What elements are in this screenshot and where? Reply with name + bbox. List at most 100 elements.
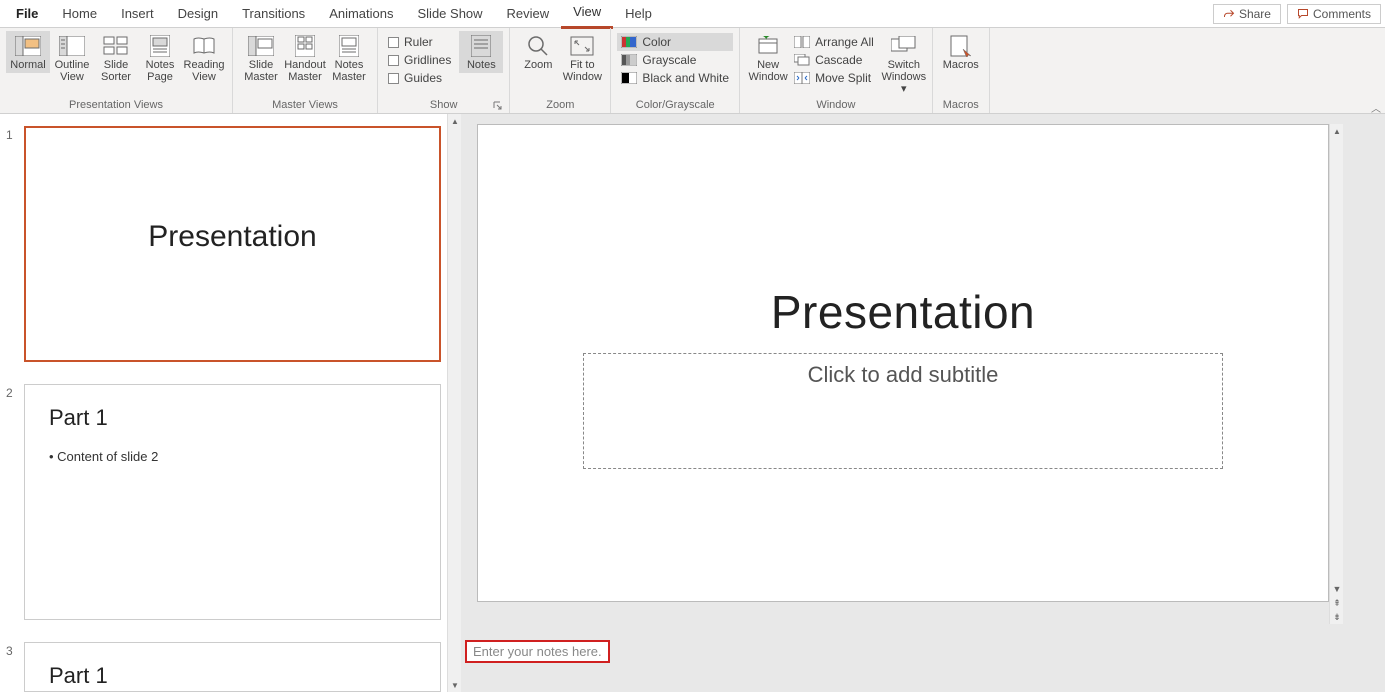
master-views-label: Master Views bbox=[239, 97, 371, 111]
dialog-launcher-icon[interactable] bbox=[493, 101, 503, 111]
notes-label: Notes bbox=[467, 59, 496, 71]
comments-icon bbox=[1297, 8, 1309, 20]
slide-editor-area: Presentation Click to add subtitle ▲ ▼ ⇞… bbox=[461, 114, 1385, 692]
group-zoom: Zoom Fit to Window Zoom bbox=[510, 28, 611, 113]
tab-transitions[interactable]: Transitions bbox=[230, 0, 317, 28]
notes-button[interactable]: Notes bbox=[459, 31, 503, 73]
scroll-up-icon[interactable]: ▲ bbox=[1330, 124, 1344, 138]
slide-master-label: Slide Master bbox=[244, 59, 278, 83]
tab-slideshow[interactable]: Slide Show bbox=[406, 0, 495, 28]
presentation-views-label: Presentation Views bbox=[6, 97, 226, 111]
tab-help[interactable]: Help bbox=[613, 0, 664, 28]
editor-scrollbar[interactable]: ▲ ▼ ⇞ ⇟ bbox=[1329, 124, 1343, 624]
menu-tabs: File Home Insert Design Transitions Anim… bbox=[0, 0, 1385, 28]
workspace: 1 Presentation 2 Part 1 • Content of sli… bbox=[0, 114, 1385, 692]
grayscale-button[interactable]: Grayscale bbox=[617, 51, 733, 69]
thumb1-title: Presentation bbox=[50, 220, 415, 254]
tab-insert[interactable]: Insert bbox=[109, 0, 166, 28]
ribbon: Normal Outline View Slide Sorter Notes P… bbox=[0, 28, 1385, 114]
notes-page-icon bbox=[146, 35, 174, 57]
show-group-label: Show bbox=[384, 97, 503, 111]
tab-design[interactable]: Design bbox=[166, 0, 230, 28]
macros-group-label: Macros bbox=[939, 97, 983, 111]
scroll-down-icon[interactable]: ▼ bbox=[1330, 582, 1344, 596]
slide-master-icon bbox=[247, 35, 275, 57]
tab-animations[interactable]: Animations bbox=[317, 0, 405, 28]
cascade-button[interactable]: Cascade bbox=[790, 51, 878, 69]
notes-master-button[interactable]: Notes Master bbox=[327, 31, 371, 85]
notes-icon bbox=[467, 35, 495, 57]
notes-page-button[interactable]: Notes Page bbox=[138, 31, 182, 85]
scroll-down-icon[interactable]: ▼ bbox=[448, 678, 462, 692]
switch-windows-icon bbox=[890, 35, 918, 57]
thumb-number-1: 1 bbox=[6, 126, 24, 142]
notes-input[interactable]: Enter your notes here. bbox=[465, 640, 610, 663]
notespage-label: Notes Page bbox=[146, 59, 175, 83]
previous-slide-icon[interactable]: ⇞ bbox=[1330, 596, 1344, 610]
move-split-label: Move Split bbox=[815, 71, 871, 85]
scroll-up-icon[interactable]: ▲ bbox=[448, 114, 462, 128]
tab-view[interactable]: View bbox=[561, 0, 613, 29]
bw-icon bbox=[621, 71, 637, 85]
slide-canvas[interactable]: Presentation Click to add subtitle bbox=[477, 124, 1329, 602]
guides-label: Guides bbox=[404, 71, 442, 85]
reading-view-button[interactable]: Reading View bbox=[182, 31, 226, 85]
black-white-button[interactable]: Black and White bbox=[617, 69, 733, 87]
normal-view-icon bbox=[14, 35, 42, 57]
share-button[interactable]: Share bbox=[1213, 4, 1281, 24]
switch-windows-button[interactable]: Switch Windows ▾ bbox=[882, 31, 926, 97]
collapse-ribbon-icon[interactable]: ︿ bbox=[1371, 100, 1381, 115]
fit-to-window-icon bbox=[568, 35, 596, 57]
outline-view-button[interactable]: Outline View bbox=[50, 31, 94, 85]
guides-checkbox[interactable]: Guides bbox=[384, 69, 455, 87]
gridlines-label: Gridlines bbox=[404, 53, 451, 67]
gridlines-checkbox[interactable]: Gridlines bbox=[384, 51, 455, 69]
group-master-views: Slide Master Handout Master Notes Master… bbox=[233, 28, 378, 113]
checkbox-icon bbox=[388, 37, 399, 48]
reading-label: Reading View bbox=[184, 59, 225, 83]
comments-button[interactable]: Comments bbox=[1287, 4, 1381, 24]
new-window-button[interactable]: ✦ New Window bbox=[746, 31, 790, 85]
slide-thumbnail-3[interactable]: Part 1 bbox=[24, 642, 441, 692]
reading-view-icon bbox=[190, 35, 218, 57]
ruler-label: Ruler bbox=[404, 35, 433, 49]
normal-view-button[interactable]: Normal bbox=[6, 31, 50, 73]
next-slide-icon[interactable]: ⇟ bbox=[1330, 610, 1344, 624]
thumbnails-scrollbar[interactable]: ▲ ▼ bbox=[447, 114, 461, 692]
color-button[interactable]: Color bbox=[617, 33, 733, 51]
slide-title[interactable]: Presentation bbox=[771, 285, 1035, 339]
slide-thumbnail-2[interactable]: Part 1 • Content of slide 2 bbox=[24, 384, 441, 620]
checkbox-icon bbox=[388, 73, 399, 84]
macros-label: Macros bbox=[943, 59, 979, 71]
ruler-checkbox[interactable]: Ruler bbox=[384, 33, 455, 51]
color-label: Color bbox=[642, 35, 671, 49]
move-split-button[interactable]: Move Split bbox=[790, 69, 878, 87]
macros-icon bbox=[947, 35, 975, 57]
share-label: Share bbox=[1239, 7, 1271, 21]
slide-sorter-icon bbox=[102, 35, 130, 57]
slide-sorter-button[interactable]: Slide Sorter bbox=[94, 31, 138, 85]
zoom-button[interactable]: Zoom bbox=[516, 31, 560, 73]
outline-label: Outline View bbox=[55, 59, 90, 83]
fit-to-window-button[interactable]: Fit to Window bbox=[560, 31, 604, 85]
arrange-all-button[interactable]: Arrange All bbox=[790, 33, 878, 51]
notes-master-label: Notes Master bbox=[332, 59, 366, 83]
cascade-label: Cascade bbox=[815, 53, 862, 67]
zoom-label: Zoom bbox=[524, 59, 552, 71]
macros-button[interactable]: Macros bbox=[939, 31, 983, 73]
thumb-number-3: 3 bbox=[6, 642, 24, 658]
arrange-label: Arrange All bbox=[815, 35, 874, 49]
tab-review[interactable]: Review bbox=[495, 0, 562, 28]
window-group-label: Window bbox=[746, 97, 926, 111]
color-grayscale-label: Color/Grayscale bbox=[617, 97, 733, 111]
slide-master-button[interactable]: Slide Master bbox=[239, 31, 283, 85]
arrange-all-icon bbox=[794, 35, 810, 49]
group-window: ✦ New Window Arrange All Cascade Move Sp… bbox=[740, 28, 933, 113]
share-icon bbox=[1223, 8, 1235, 20]
handout-master-button[interactable]: Handout Master bbox=[283, 31, 327, 85]
tab-home[interactable]: Home bbox=[50, 0, 109, 28]
thumb2-heading: Part 1 bbox=[49, 405, 416, 431]
slide-thumbnail-1[interactable]: Presentation bbox=[24, 126, 441, 362]
slide-subtitle-placeholder[interactable]: Click to add subtitle bbox=[583, 353, 1223, 469]
tab-file[interactable]: File bbox=[4, 0, 50, 28]
